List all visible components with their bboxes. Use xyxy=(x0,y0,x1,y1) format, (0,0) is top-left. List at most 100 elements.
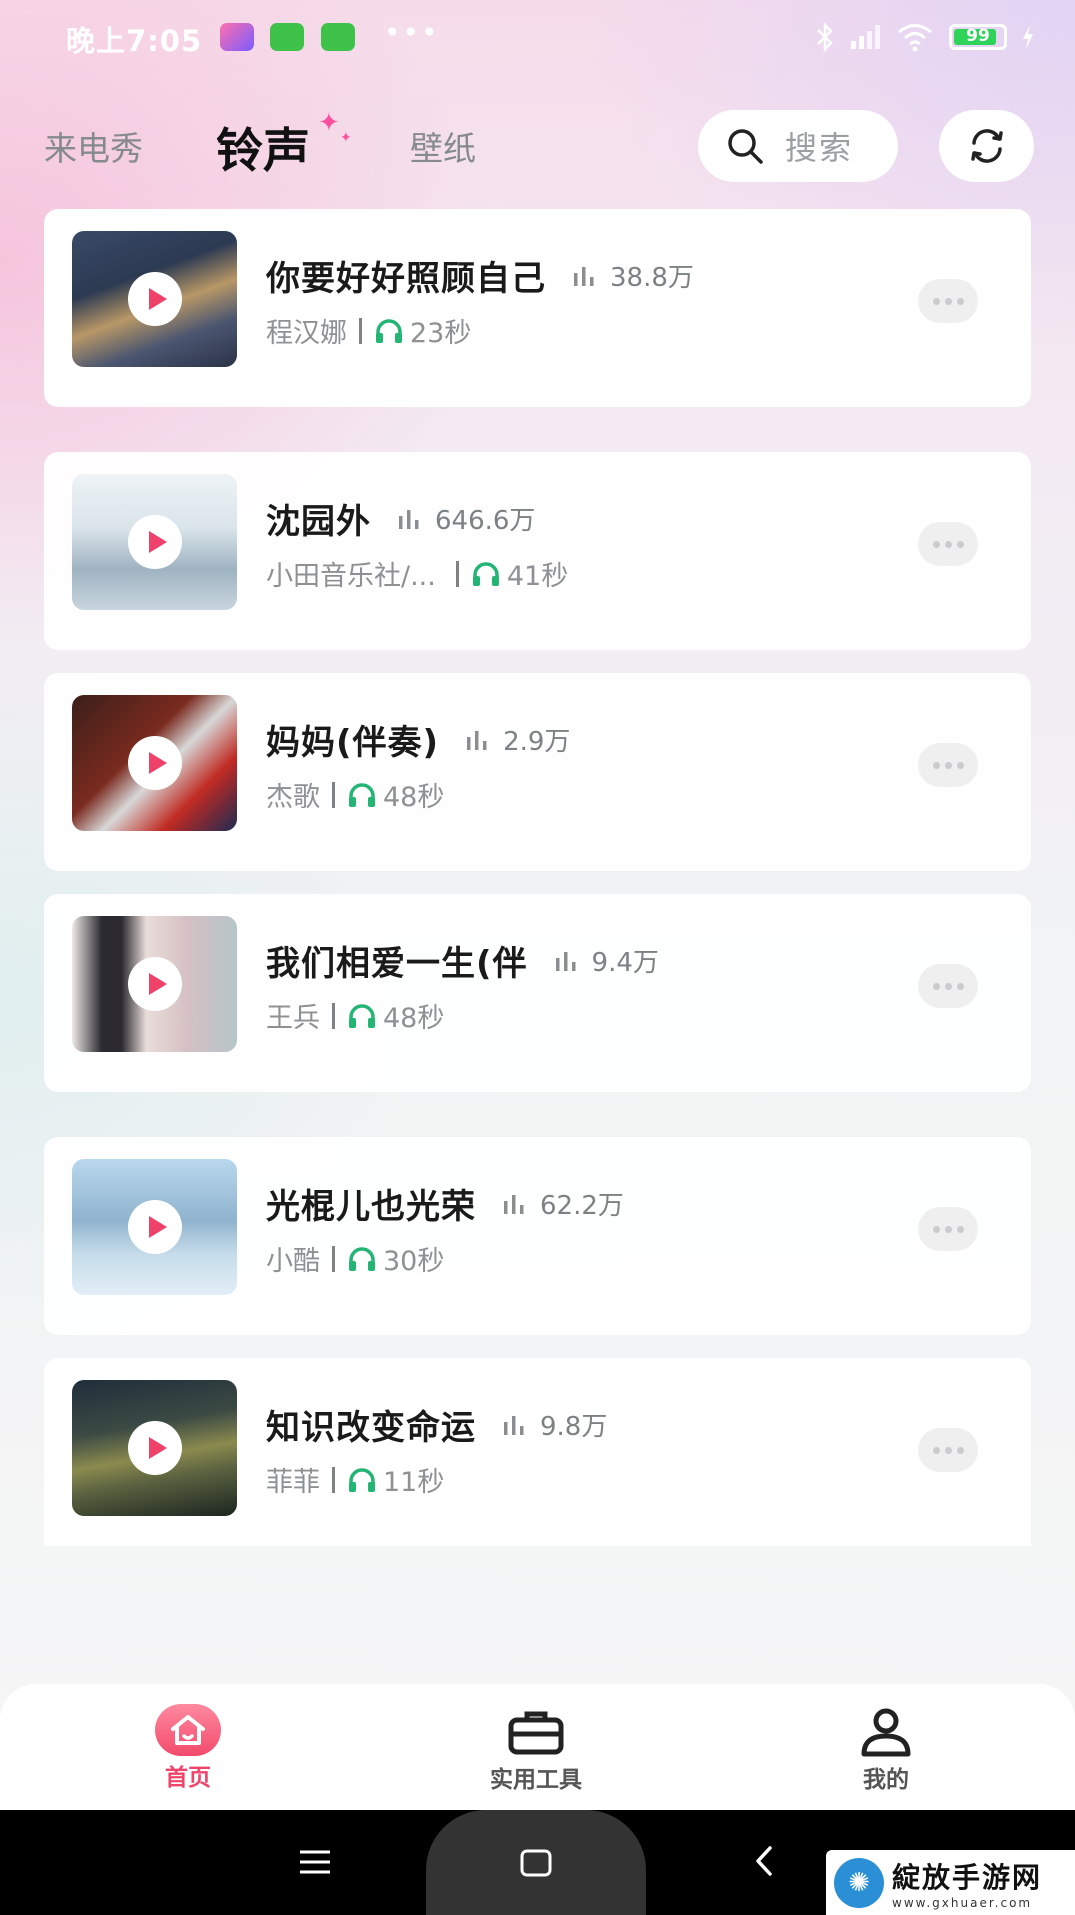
nav-home[interactable]: 首页 xyxy=(88,1684,288,1810)
play-count-value: 2.9万 xyxy=(503,727,571,757)
ringtone-duration: 41秒 xyxy=(471,554,568,593)
play-icon[interactable] xyxy=(128,515,182,569)
headphones-icon xyxy=(349,1003,375,1028)
more-options-button[interactable] xyxy=(918,743,978,787)
ringtone-title: 妈妈(伴奏) xyxy=(266,723,440,763)
back-icon[interactable] xyxy=(752,1844,776,1878)
site-watermark: ✺ 綻放手游网 www.gxhuaer.com xyxy=(826,1850,1075,1915)
status-time: 晚上7:05 xyxy=(66,24,203,58)
search-placeholder: 搜索 xyxy=(785,129,854,167)
nav-profile[interactable]: 我的 xyxy=(786,1684,986,1810)
play-count-value: 9.8万 xyxy=(540,1412,608,1442)
play-count: 646.6万 xyxy=(397,500,535,537)
divider xyxy=(359,317,362,344)
ringtone-cover[interactable] xyxy=(72,474,237,610)
ringtone-duration: 48秒 xyxy=(347,996,444,1035)
signal-icon xyxy=(851,25,880,49)
divider xyxy=(332,781,335,808)
ringtone-item[interactable]: 沈园外 646.6万 小田音乐社/... 41秒 xyxy=(44,452,1031,650)
nav-profile-label: 我的 xyxy=(863,1767,909,1793)
more-options-button[interactable] xyxy=(918,1207,978,1251)
ringtone-duration: 11秒 xyxy=(347,1460,444,1499)
ringtone-artist: 程汉娜 xyxy=(266,318,347,349)
refresh-icon xyxy=(970,129,1003,163)
more-notifications-icon: ••• xyxy=(384,16,440,49)
ringtone-cover[interactable] xyxy=(72,231,237,367)
square-icon xyxy=(520,1849,552,1876)
more-options-button[interactable] xyxy=(918,279,978,323)
ringtone-item[interactable]: 妈妈(伴奏) 2.9万 杰歌 48秒 xyxy=(44,673,1031,871)
ringtone-item[interactable]: 知识改变命运 9.8万 菲菲 11秒 xyxy=(44,1358,1031,1546)
ringtone-artist: 小田音乐社/... xyxy=(266,561,436,592)
ringtone-cover[interactable] xyxy=(72,695,237,831)
ringtone-artist: 杰歌 xyxy=(266,782,320,813)
chat-notification-icon xyxy=(321,23,355,51)
menu-icon[interactable] xyxy=(298,1848,332,1876)
divider xyxy=(332,1002,335,1029)
system-home-button[interactable] xyxy=(426,1810,646,1915)
ringtone-cover[interactable] xyxy=(72,1380,237,1516)
battery-icon: 99 xyxy=(949,24,1007,50)
play-count-value: 38.8万 xyxy=(610,263,694,293)
ringtone-title: 沈园外 xyxy=(266,502,371,542)
ringtone-cover[interactable] xyxy=(72,916,237,1052)
ringtone-title: 光棍儿也光荣 xyxy=(266,1187,476,1227)
play-count: 38.8万 xyxy=(572,257,694,294)
charging-icon xyxy=(1023,25,1033,49)
play-count: 62.2万 xyxy=(502,1185,624,1222)
ringtone-artist: 王兵 xyxy=(266,1003,320,1034)
ringtone-duration: 23秒 xyxy=(374,311,471,350)
app-notification-icon xyxy=(220,23,254,51)
ringtone-duration: 48秒 xyxy=(347,775,444,814)
more-options-button[interactable] xyxy=(918,522,978,566)
ringtone-duration: 30秒 xyxy=(347,1239,444,1278)
play-icon[interactable] xyxy=(128,1421,182,1475)
play-count-value: 62.2万 xyxy=(540,1191,624,1221)
ringtone-item[interactable]: 光棍儿也光荣 62.2万 小酷 30秒 xyxy=(44,1137,1031,1335)
refresh-button[interactable] xyxy=(939,110,1034,182)
headphones-icon xyxy=(349,782,375,807)
divider xyxy=(332,1466,335,1493)
play-count-icon xyxy=(467,730,487,750)
play-count-icon xyxy=(504,1194,524,1214)
tab-ringtones[interactable]: 铃声 xyxy=(216,112,310,181)
ringtone-title: 你要好好照顾自己 xyxy=(266,259,546,299)
play-count-icon xyxy=(574,266,594,286)
ringtone-artist: 菲菲 xyxy=(266,1467,320,1498)
tab-caller-show[interactable]: 来电秀 xyxy=(44,122,143,170)
search-button[interactable]: 搜索 xyxy=(698,110,898,182)
sparkle-icon: ✦ xyxy=(340,130,352,146)
play-icon[interactable] xyxy=(128,957,182,1011)
chat-notification-icon xyxy=(270,23,304,51)
octopus-logo-icon: ✺ xyxy=(834,1857,884,1908)
ringtone-item[interactable]: 你要好好照顾自己 38.8万 程汉娜 23秒 xyxy=(44,209,1031,407)
bluetooth-icon xyxy=(817,22,833,52)
play-count-value: 646.6万 xyxy=(435,506,536,536)
play-icon[interactable] xyxy=(128,736,182,790)
home-icon xyxy=(155,1704,221,1756)
duration-value: 30秒 xyxy=(383,1246,445,1277)
more-options-button[interactable] xyxy=(918,1428,978,1472)
play-icon[interactable] xyxy=(128,1200,182,1254)
tab-wallpaper[interactable]: 壁纸 xyxy=(410,122,476,170)
ringtone-artist: 小酷 xyxy=(266,1246,320,1277)
ringtone-title: 我们相爱一生(伴 xyxy=(266,944,528,984)
watermark-url: www.gxhuaer.com xyxy=(892,1895,1033,1910)
play-count-icon xyxy=(555,951,576,971)
more-options-button[interactable] xyxy=(918,964,978,1008)
play-icon[interactable] xyxy=(128,272,182,326)
toolbox-icon xyxy=(508,1711,564,1755)
battery-text: 99 xyxy=(966,26,990,46)
play-count-icon xyxy=(399,509,419,529)
ringtone-item[interactable]: 我们相爱一生(伴 9.4万 王兵 48秒 xyxy=(44,894,1031,1092)
play-count: 9.4万 xyxy=(554,942,659,979)
play-count-icon xyxy=(504,1415,524,1435)
duration-value: 41秒 xyxy=(506,561,569,592)
nav-tools[interactable]: 实用工具 xyxy=(436,1684,636,1810)
person-icon xyxy=(861,1708,911,1757)
search-icon xyxy=(728,129,763,164)
ringtone-title: 知识改变命运 xyxy=(266,1408,476,1448)
divider xyxy=(332,1245,335,1272)
ringtone-cover[interactable] xyxy=(72,1159,237,1295)
headphones-icon xyxy=(472,561,499,586)
